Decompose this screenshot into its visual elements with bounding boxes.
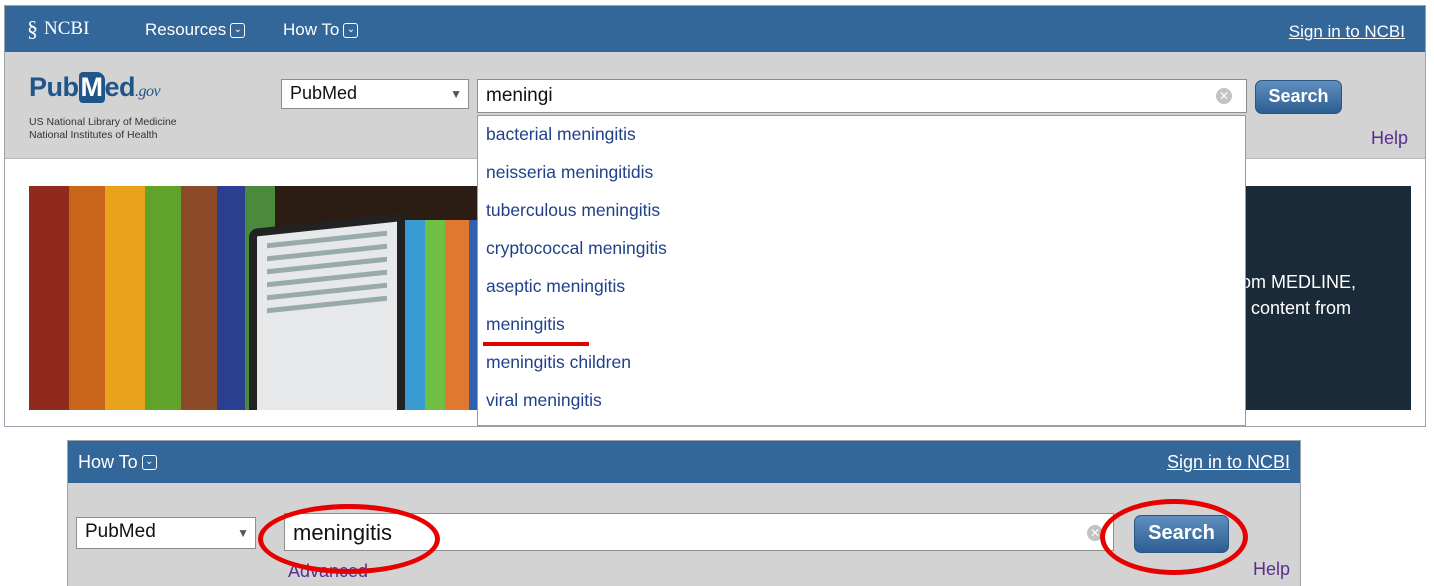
suggestion-item[interactable]: bacterial meningitis [486,124,636,145]
howto-label: How To [283,20,340,39]
ncbi-header-bar: How To ⌄ Sign in to NCBI [68,441,1300,483]
clear-icon[interactable]: ✕ [1216,88,1232,104]
database-select-value: PubMed [290,83,358,103]
banner-text-line-2: t content from [1241,298,1352,318]
help-link[interactable]: Help [1371,128,1408,149]
suggestion-item[interactable]: meningitis children [486,352,631,373]
red-oval-annotation-search [1100,499,1248,575]
ncbi-header-bar: § NCBI Resources ⌄ How To ⌄ Sign in to N… [5,6,1425,52]
howto-menu[interactable]: How To ⌄ [78,452,157,473]
nlm-line-2: National Institutes of Health [29,129,158,141]
chevron-down-icon: ▼ [237,526,249,540]
search-input[interactable]: meningi ✕ [477,79,1247,113]
logo-text-m: M [78,72,105,103]
red-oval-annotation-query [258,504,440,574]
help-link[interactable]: Help [1253,559,1290,580]
bookshelf-image [29,186,499,410]
sign-in-link[interactable]: Sign in to NCBI [1167,452,1290,473]
tablet-device-image [249,212,405,410]
pubmed-search-with-autocomplete: § NCBI Resources ⌄ How To ⌄ Sign in to N… [4,5,1426,427]
suggestion-item[interactable]: aseptic meningitis [486,276,625,297]
logo-text-pub: Pub [29,72,79,102]
search-input-value: meningi [486,85,553,106]
autocomplete-dropdown: bacterial meningitis neisseria meningiti… [477,115,1246,426]
ncbi-label: NCBI [44,18,90,39]
chevron-down-icon: ▼ [450,87,462,101]
sign-in-link[interactable]: Sign in to NCBI [1289,22,1405,42]
nlm-caption: US National Library of Medicine National… [29,116,177,142]
resources-menu[interactable]: Resources ⌄ [145,20,246,40]
nlm-line-1: US National Library of Medicine [29,116,177,128]
howto-label: How To [78,452,138,472]
chevron-down-icon: ⌄ [230,22,246,38]
howto-menu[interactable]: How To ⌄ [283,20,359,40]
red-underline-annotation [483,342,589,346]
logo-text-ed: ed [104,72,136,102]
suggestion-item[interactable]: tuberculous meningitis [486,200,660,221]
database-select[interactable]: PubMed ▼ [76,517,256,549]
search-button[interactable]: Search [1255,80,1342,114]
dna-helix-icon: § [27,16,38,41]
suggestion-item[interactable]: viral meningitis [486,390,602,411]
logo-text-gov: .gov [135,83,161,100]
suggestion-item[interactable]: cryptococcal meningitis [486,238,667,259]
chevron-down-icon: ⌄ [141,455,157,470]
ncbi-logo[interactable]: § NCBI [27,16,89,42]
resources-label: Resources [145,20,227,39]
pubmed-logo[interactable]: PubMed.gov [29,72,161,103]
banner-text-line-1: om MEDLINE, [1241,272,1357,292]
database-select-value: PubMed [85,521,156,542]
suggestion-item[interactable]: meningitis [486,314,565,335]
database-select[interactable]: PubMed ▼ [281,79,469,109]
suggestion-item[interactable]: neisseria meningitidis [486,162,653,183]
chevron-down-icon: ⌄ [343,22,359,38]
